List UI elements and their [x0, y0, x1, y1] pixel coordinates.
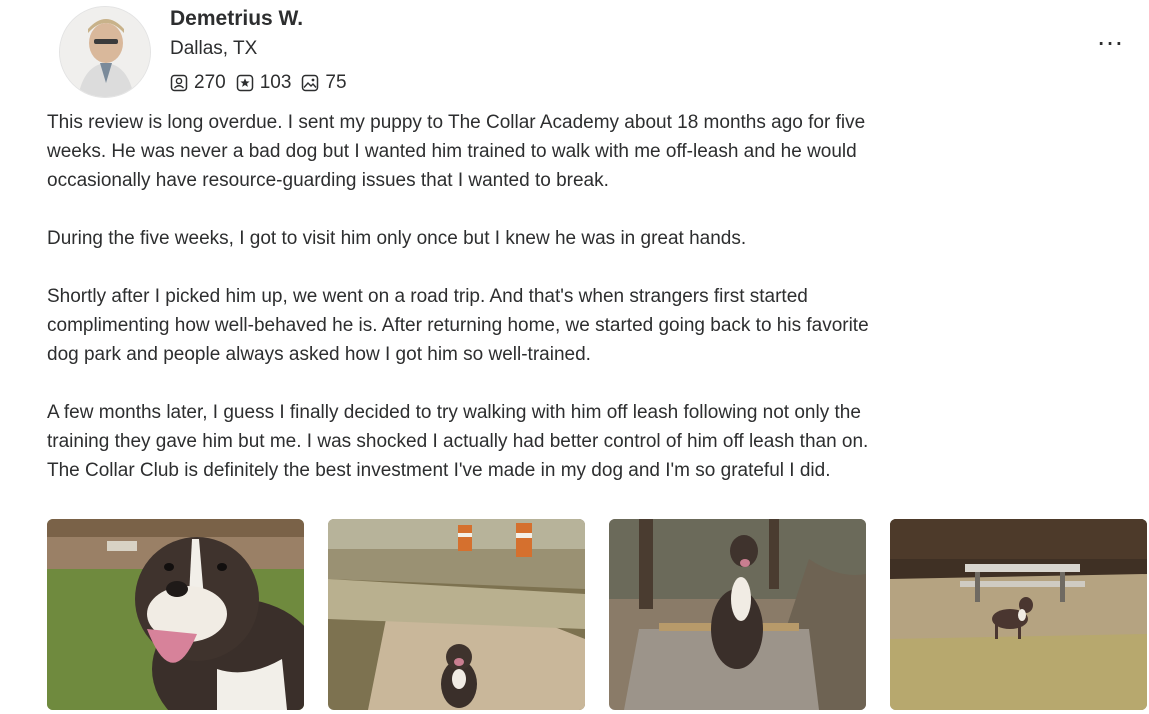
review-paragraph: Shortly after I picked him up, we went o…	[47, 286, 869, 365]
dog-closeup-photo	[47, 519, 304, 710]
review-photo[interactable]	[328, 519, 585, 710]
user-location: Dallas, TX	[170, 38, 258, 59]
rating-count: 103	[259, 72, 292, 93]
photo-count: 75	[325, 72, 347, 93]
review-count: 270	[194, 72, 226, 93]
review-text: This review is long overdue. I sent my p…	[47, 108, 1037, 514]
review-photo[interactable]	[609, 519, 866, 710]
review-paragraph: A few months later, I guess I finally de…	[47, 402, 869, 481]
user-name[interactable]: Demetrius W.	[170, 7, 303, 31]
dog-in-park-photo	[890, 519, 1147, 710]
more-options-button[interactable]: …	[1096, 22, 1126, 50]
image-icon	[302, 74, 319, 92]
review-paragraph: During the five weeks, I got to visit hi…	[47, 228, 747, 249]
dog-in-woods-photo	[609, 519, 866, 710]
dog-on-path-photo	[328, 519, 585, 710]
rating-count-stat: 103	[236, 72, 292, 94]
review-photo[interactable]	[890, 519, 1147, 710]
review-count-stat: 270	[170, 72, 226, 94]
review-photo[interactable]	[47, 519, 304, 710]
user-stats: 270 103 75	[170, 72, 357, 94]
star-icon	[236, 74, 253, 92]
review-photos	[47, 519, 1149, 710]
photo-count-stat: 75	[301, 72, 347, 94]
reviews-icon	[170, 74, 188, 92]
review-paragraph: This review is long overdue. I sent my p…	[47, 112, 866, 191]
avatar-photo	[60, 7, 150, 97]
user-avatar[interactable]	[59, 6, 151, 98]
